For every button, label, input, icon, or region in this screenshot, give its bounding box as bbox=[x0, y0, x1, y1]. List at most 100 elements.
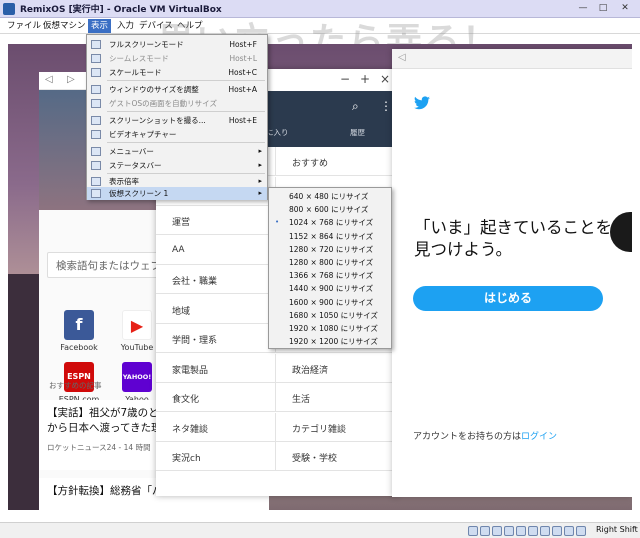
category-cell[interactable]: 家電製品 bbox=[156, 353, 276, 383]
resize-option-label: 1366 × 768 にリサイズ bbox=[289, 271, 374, 281]
start-button[interactable]: はじめる bbox=[413, 286, 603, 311]
menu-separator bbox=[107, 80, 265, 81]
mouse-icon[interactable] bbox=[576, 526, 586, 536]
submenu-arrow-icon: ▸ bbox=[258, 147, 262, 155]
close-icon[interactable]: × bbox=[380, 72, 390, 86]
minimize-icon[interactable]: − bbox=[340, 72, 350, 86]
resize-option-label: 640 × 480 にリサイズ bbox=[289, 192, 369, 201]
facebook-icon: f bbox=[64, 310, 94, 340]
menu-machine[interactable]: 仮想マシン bbox=[40, 19, 89, 33]
zoom-icon bbox=[91, 177, 101, 186]
more-vert-icon[interactable]: ⋮ bbox=[380, 99, 392, 113]
menu-item-seamless[interactable]: シームレスモード Host+L bbox=[87, 52, 267, 65]
twitter-bird-icon bbox=[414, 96, 430, 110]
recommended-heading: おすすめの記事 bbox=[49, 381, 102, 390]
view-menu-dropdown: フルスクリーンモード Host+F シームレスモード Host+L スケールモード H… bbox=[86, 34, 268, 200]
category-cell[interactable]: 生活 bbox=[276, 383, 398, 412]
category-cell[interactable]: 会社・職業 bbox=[156, 265, 276, 294]
resize-option-label: 1680 × 1050 にリサイズ bbox=[289, 310, 378, 320]
cpu-icon[interactable] bbox=[564, 526, 574, 536]
resize-option-label: 1440 × 900 にリサイズ bbox=[289, 284, 374, 294]
resize-submenu: 640 × 480 にリサイズ 800 × 600 にリサイズ • 1024 × 76… bbox=[268, 187, 392, 349]
resize-option[interactable]: 640 × 480 にリサイズ bbox=[269, 190, 391, 203]
category-cell[interactable]: 実況ch bbox=[156, 442, 276, 471]
menu-separator bbox=[107, 111, 265, 112]
usb-icon[interactable] bbox=[516, 526, 526, 536]
menu-item-auto-resize[interactable]: ゲストOSの画面を自動リサイズ bbox=[87, 97, 267, 110]
camera-icon bbox=[91, 116, 101, 125]
category-cell[interactable]: AA bbox=[156, 235, 276, 265]
tile-youtube[interactable]: ▶ YouTube bbox=[112, 310, 162, 352]
resize-option-label: 1600 × 900 にリサイズ bbox=[289, 297, 374, 307]
close-button[interactable]: ✕ bbox=[616, 2, 634, 15]
resize-option[interactable]: 1920 × 1080 にリサイズ bbox=[269, 322, 391, 335]
display-icon[interactable] bbox=[540, 526, 550, 536]
monitor-icon bbox=[91, 189, 101, 198]
twitter-window-titlebar: ◁ bbox=[392, 49, 632, 69]
submenu-arrow-icon: ▸ bbox=[258, 189, 262, 197]
category-cell[interactable]: 食文化 bbox=[156, 383, 276, 412]
resize-option[interactable]: 1280 × 800 にリサイズ bbox=[269, 256, 391, 269]
video-capture-icon[interactable] bbox=[552, 526, 562, 536]
category-cell[interactable]: 運営 bbox=[156, 206, 276, 235]
resize-option[interactable]: 800 × 600 にリサイズ bbox=[269, 203, 391, 216]
login-link[interactable]: ログイン bbox=[521, 432, 557, 442]
tab-favorites[interactable]: に入り bbox=[266, 127, 289, 138]
back-icon[interactable]: ◁ bbox=[45, 74, 53, 85]
resize-option[interactable]: 1366 × 768 にリサイズ bbox=[269, 269, 391, 282]
menu-view[interactable]: 表示 bbox=[88, 19, 112, 33]
search-icon[interactable]: ⌕ bbox=[352, 99, 359, 114]
resize-option[interactable]: 1920 × 1200 にリサイズ bbox=[269, 335, 391, 348]
menu-item-screenshot[interactable]: スクリーンショットを撮る... Host+E bbox=[87, 114, 267, 127]
category-cell[interactable]: 政治経済 bbox=[276, 353, 398, 383]
fullscreen-icon bbox=[91, 40, 101, 49]
status-bar: Right Shift bbox=[0, 522, 640, 538]
forward-icon[interactable]: ▷ bbox=[67, 74, 75, 85]
tile-facebook[interactable]: f Facebook bbox=[54, 310, 104, 352]
menu-item-virtual-screen-1[interactable]: 仮想スクリーン 1 ▸ bbox=[87, 187, 267, 200]
menu-item-statusbar[interactable]: ステータスバー ▸ bbox=[87, 159, 267, 172]
audio-icon[interactable] bbox=[492, 526, 502, 536]
category-cell[interactable]: ネタ雑談 bbox=[156, 412, 276, 442]
resize-option[interactable]: 1152 × 864 にリサイズ bbox=[269, 230, 391, 243]
resize-option[interactable]: • 1024 × 768 にリサイズ bbox=[269, 216, 391, 229]
yahoo-icon: YAHOO! bbox=[122, 362, 152, 392]
menu-file[interactable]: ファイル bbox=[4, 19, 44, 33]
maximize-icon[interactable]: + bbox=[360, 72, 370, 86]
network-icon[interactable] bbox=[504, 526, 514, 536]
tab-history[interactable]: 履歴 bbox=[350, 127, 365, 138]
minimize-button[interactable]: — bbox=[574, 2, 592, 15]
category-cell[interactable]: 学問・理系 bbox=[156, 324, 276, 353]
tile-yahoo[interactable]: YAHOO! Yahoo bbox=[112, 362, 162, 404]
resize-option[interactable]: 1600 × 900 にリサイズ bbox=[269, 296, 391, 309]
hard-disk-icon[interactable] bbox=[468, 526, 478, 536]
category-cell[interactable]: おすすめ bbox=[276, 147, 398, 176]
maximize-button[interactable]: □ bbox=[594, 2, 612, 15]
menu-item-video-capture[interactable]: ビデオキャプチャー bbox=[87, 128, 267, 141]
category-cell[interactable]: 受験・学校 bbox=[276, 442, 398, 471]
statusbar-icon bbox=[91, 161, 101, 170]
seamless-icon bbox=[91, 54, 101, 63]
resize-option-label: 1152 × 864 にリサイズ bbox=[289, 231, 374, 241]
optical-drive-icon[interactable] bbox=[480, 526, 490, 536]
resize-option[interactable]: 1440 × 900 にリサイズ bbox=[269, 282, 391, 295]
menu-item-scale[interactable]: スケールモード Host+C bbox=[87, 66, 267, 79]
shared-folder-icon[interactable] bbox=[528, 526, 538, 536]
resize-option[interactable]: 1680 × 1050 にリサイズ bbox=[269, 309, 391, 322]
resize-option[interactable]: 1280 × 720 にリサイズ bbox=[269, 243, 391, 256]
menubar-icon bbox=[91, 147, 101, 156]
menu-item-menubar[interactable]: メニューバー ▸ bbox=[87, 145, 267, 158]
virtualbox-icon bbox=[3, 3, 15, 15]
menu-item-adjust-window[interactable]: ウィンドウのサイズを調整 Host+A bbox=[87, 83, 267, 96]
tile-label: YouTube bbox=[120, 343, 154, 352]
back-icon[interactable]: ◁ bbox=[398, 52, 406, 63]
resize-option-label: 1280 × 720 にリサイズ bbox=[289, 244, 374, 254]
login-prompt-text: アカウントをお持ちの方は bbox=[413, 432, 522, 442]
menu-item-fullscreen[interactable]: フルスクリーンモード Host+F bbox=[87, 38, 267, 51]
resize-option-label: 1920 × 1200 にリサイズ bbox=[289, 337, 378, 347]
category-cell[interactable]: 地域 bbox=[156, 294, 276, 324]
virtualbox-window: RemixOS [実行中] - Oracle VM VirtualBox — □… bbox=[0, 0, 640, 538]
category-cell[interactable]: カテゴリ雑談 bbox=[276, 412, 398, 442]
resize-option-label: 1024 × 768 にリサイズ bbox=[289, 218, 374, 228]
menu-input[interactable]: 入力 bbox=[114, 19, 137, 33]
